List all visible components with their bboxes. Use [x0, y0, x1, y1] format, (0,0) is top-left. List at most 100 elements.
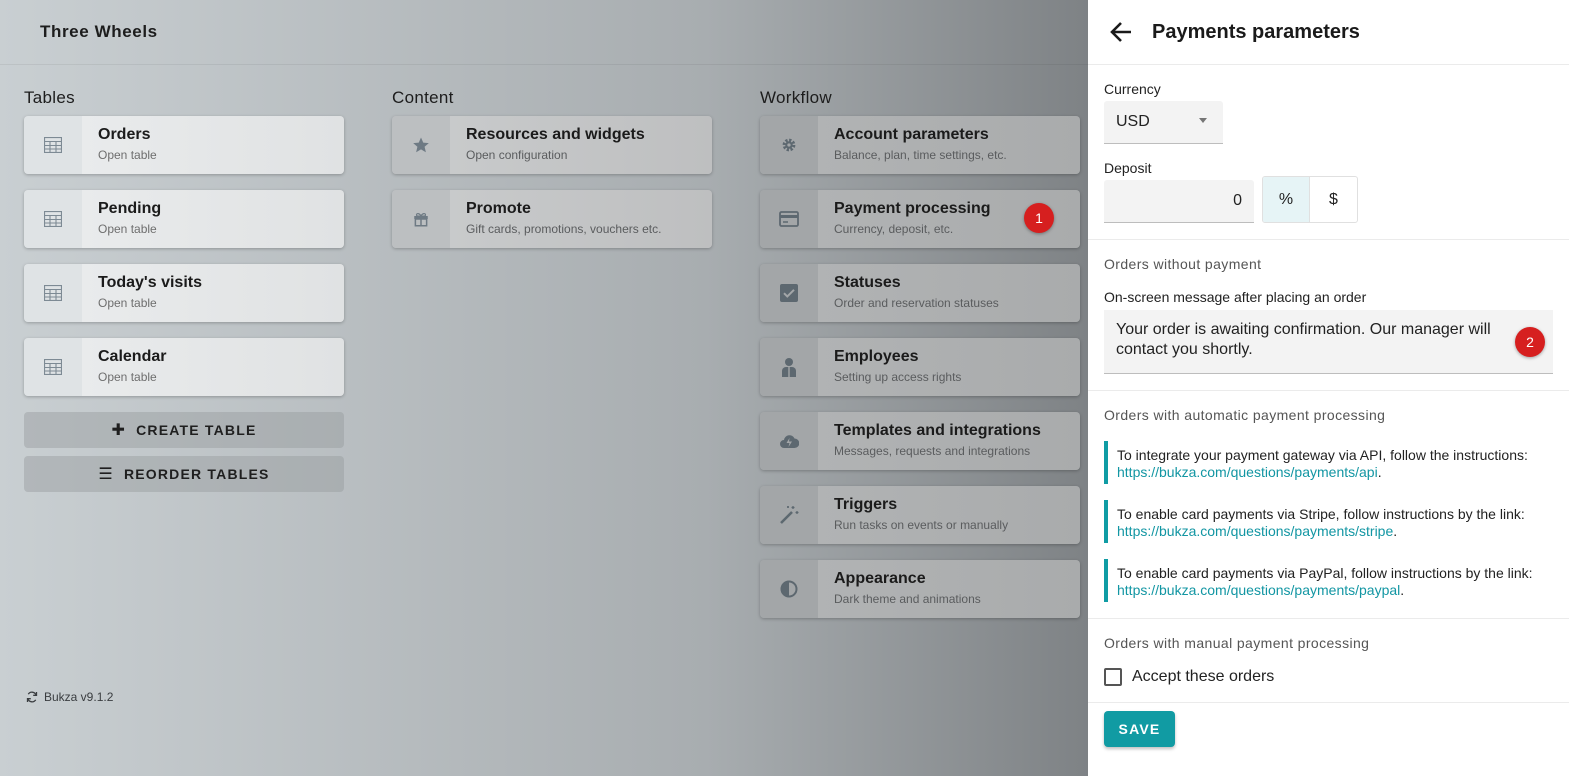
back-button[interactable] [1106, 17, 1136, 47]
currency-select[interactable]: USD [1104, 101, 1223, 144]
currency-section: Currency USD Deposit 0 % $ [1088, 65, 1569, 223]
card-title: Appearance [834, 570, 926, 587]
message-textarea[interactable]: Your order is awaiting confirmation. Our… [1104, 310, 1553, 374]
annotation-badge-1: 1 [1024, 203, 1054, 233]
info-stripe: To enable card payments via Stripe, foll… [1104, 500, 1553, 543]
without-payment-section: Orders without payment On-screen message… [1088, 240, 1569, 374]
deposit-value: 0 [1233, 192, 1242, 209]
card-title: Calendar [98, 348, 167, 365]
annotation-badge-2: 2 [1515, 327, 1545, 357]
table-icon [24, 190, 82, 248]
refresh-icon [26, 691, 38, 703]
card-subtitle: Open configuration [466, 148, 568, 162]
gear-icon [760, 116, 818, 174]
card-title: Employees [834, 348, 919, 365]
card-title: Resources and widgets [466, 126, 645, 143]
card-subtitle: Open table [98, 222, 157, 236]
cloud-bolt-icon [760, 412, 818, 470]
api-link[interactable]: https://bukza.com/questions/payments/api [1117, 464, 1378, 480]
card-account-parameters[interactable]: Account parameters Balance, plan, time s… [760, 116, 1080, 174]
paypal-link[interactable]: https://bukza.com/questions/payments/pay… [1117, 582, 1400, 598]
workflow-column: Workflow Account parameters Balance, pla… [760, 88, 1080, 634]
version-info[interactable]: Bukza v9.1.2 [26, 690, 113, 704]
info-text: To enable card payments via Stripe, foll… [1117, 506, 1525, 522]
card-title: Account parameters [834, 126, 989, 143]
card-title: Statuses [834, 274, 901, 291]
card-subtitle: Messages, requests and integrations [834, 444, 1031, 458]
card-subtitle: Dark theme and animations [834, 592, 981, 606]
employee-icon [760, 338, 818, 396]
card-pending[interactable]: Pending Open table [24, 190, 344, 248]
create-table-label: CREATE TABLE [136, 422, 257, 438]
magic-wand-icon [760, 486, 818, 544]
card-subtitle: Run tasks on events or manually [834, 518, 1009, 532]
card-calendar[interactable]: Calendar Open table [24, 338, 344, 396]
toggle-percent[interactable]: % [1263, 177, 1310, 222]
info-paypal: To enable card payments via PayPal, foll… [1104, 559, 1553, 602]
without-payment-title: Orders without payment [1104, 256, 1262, 272]
dropdown-arrow-icon [1199, 118, 1207, 123]
auto-payment-title: Orders with automatic payment processing [1104, 407, 1386, 423]
card-subtitle: Setting up access rights [834, 370, 962, 384]
panel-header: Payments parameters [1088, 0, 1569, 65]
star-icon [392, 116, 450, 174]
card-subtitle: Gift cards, promotions, vouchers etc. [466, 222, 662, 236]
card-employees[interactable]: Employees Setting up access rights [760, 338, 1080, 396]
table-icon [24, 264, 82, 322]
gift-icon [392, 190, 450, 248]
card-todays-visits[interactable]: Today's visits Open table [24, 264, 344, 322]
manual-payment-title: Orders with manual payment processing [1104, 635, 1370, 651]
deposit-input[interactable]: 0 [1104, 180, 1254, 223]
card-title: Promote [466, 200, 531, 217]
manual-payment-section: Orders with manual payment processing Ac… [1088, 619, 1569, 686]
tables-heading: Tables [24, 88, 75, 107]
toggle-dollar[interactable]: $ [1310, 177, 1357, 222]
card-subtitle: Open table [98, 296, 157, 310]
accept-orders-checkbox[interactable] [1104, 668, 1122, 686]
info-api: To integrate your payment gateway via AP… [1104, 441, 1553, 484]
arrow-left-icon [1110, 22, 1131, 42]
save-button[interactable]: SAVE [1104, 711, 1175, 747]
card-subtitle: Order and reservation statuses [834, 296, 999, 310]
contrast-icon [760, 560, 818, 618]
card-resources-widgets[interactable]: Resources and widgets Open configuration [392, 116, 712, 174]
tables-column: Tables Orders Open table Pending Open ta… [24, 88, 344, 500]
plus-icon: ✚ [111, 422, 127, 439]
accept-orders-label: Accept these orders [1132, 668, 1275, 685]
card-triggers[interactable]: Triggers Run tasks on events or manually [760, 486, 1080, 544]
card-title: Today's visits [98, 274, 202, 291]
message-value: Your order is awaiting confirmation. Our… [1116, 321, 1491, 358]
card-promote[interactable]: Promote Gift cards, promotions, vouchers… [392, 190, 712, 248]
card-subtitle: Open table [98, 148, 157, 162]
currency-value: USD [1116, 113, 1150, 130]
payments-parameters-panel: Payments parameters Currency USD Deposit… [1088, 0, 1569, 776]
menu-lines-icon: ☰ [98, 466, 114, 483]
deposit-type-toggle: % $ [1262, 176, 1358, 223]
card-templates-integrations[interactable]: Templates and integrations Messages, req… [760, 412, 1080, 470]
panel-title: Payments parameters [1152, 20, 1360, 43]
content-column: Content Resources and widgets Open confi… [392, 88, 712, 264]
info-text: To enable card payments via PayPal, foll… [1117, 565, 1533, 581]
stripe-link[interactable]: https://bukza.com/questions/payments/str… [1117, 523, 1393, 539]
message-label: On-screen message after placing an order [1104, 289, 1367, 305]
footer: SAVE [1088, 703, 1569, 747]
auto-payment-section: Orders with automatic payment processing… [1088, 391, 1569, 602]
card-subtitle: Open table [98, 370, 157, 384]
deposit-label: Deposit [1104, 160, 1152, 176]
reorder-tables-button[interactable]: ☰ REORDER TABLES [24, 456, 344, 492]
card-statuses[interactable]: Statuses Order and reservation statuses [760, 264, 1080, 322]
card-orders[interactable]: Orders Open table [24, 116, 344, 174]
card-subtitle: Balance, plan, time settings, etc. [834, 148, 1007, 162]
card-title: Pending [98, 200, 162, 217]
card-title: Orders [98, 126, 151, 143]
app-title: Three Wheels [40, 22, 158, 41]
create-table-button[interactable]: ✚ CREATE TABLE [24, 412, 344, 448]
content-heading: Content [392, 88, 454, 107]
table-icon [24, 116, 82, 174]
table-icon [24, 338, 82, 396]
card-appearance[interactable]: Appearance Dark theme and animations [760, 560, 1080, 618]
currency-label: Currency [1104, 81, 1161, 97]
accept-orders-row[interactable]: Accept these orders [1104, 668, 1553, 686]
workflow-heading: Workflow [760, 88, 832, 107]
checkbox-checked-icon [760, 264, 818, 322]
